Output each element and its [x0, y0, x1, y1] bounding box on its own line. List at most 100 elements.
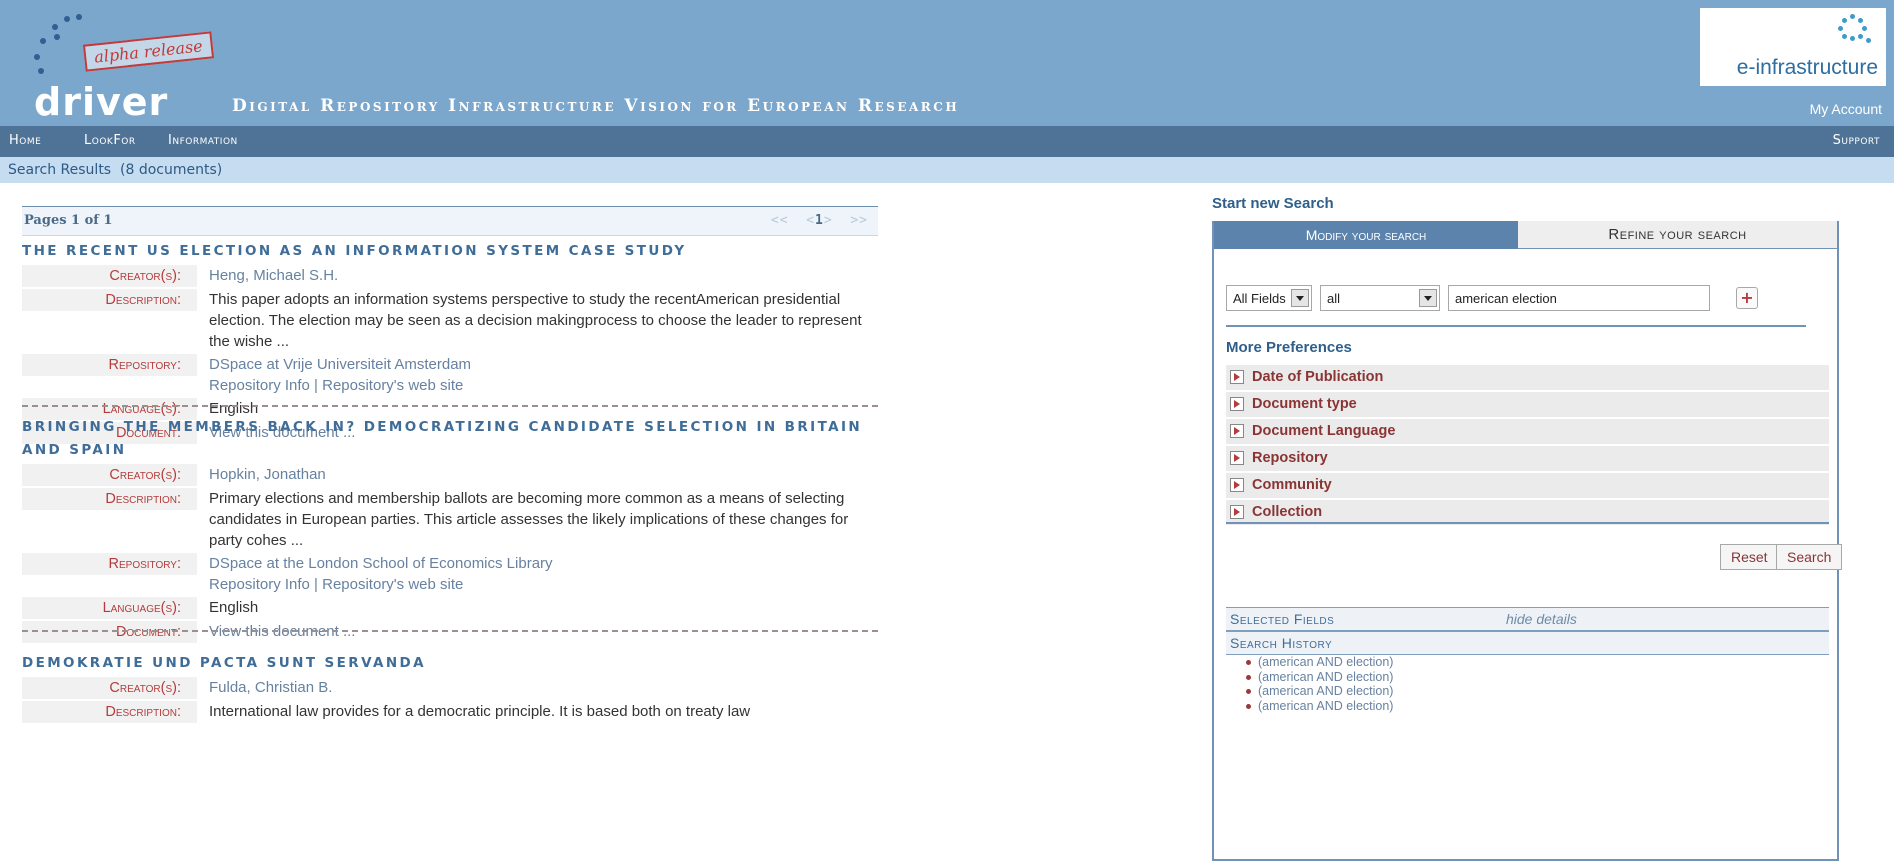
- pref-label: Document type: [1252, 396, 1357, 412]
- selected-fields-bar[interactable]: Selected Fields hide details: [1226, 607, 1829, 631]
- result-title[interactable]: Bringing the members back in? Democratiz…: [22, 416, 878, 462]
- my-account-link[interactable]: My Account: [1810, 101, 1882, 117]
- breadcrumb-bar: Search Results (8 documents): [0, 157, 1894, 183]
- creator-row: Creator(s): Hopkin, Jonathan: [22, 464, 878, 486]
- nav-information[interactable]: Information: [168, 133, 238, 148]
- expand-arrow-icon: [1230, 478, 1244, 492]
- pager-next[interactable]: >: [824, 213, 833, 228]
- search-button[interactable]: Search: [1776, 544, 1843, 570]
- description-row: Description: This paper adopts an inform…: [22, 289, 878, 352]
- tab-modify-search[interactable]: Modify your search: [1214, 221, 1518, 249]
- field-select[interactable]: All Fields: [1226, 285, 1312, 311]
- e-infrastructure-logo[interactable]: e-infrastructure: [1700, 8, 1886, 86]
- result-item: The recent US election as an information…: [22, 240, 878, 444]
- repository-name-link[interactable]: DSpace at Vrije Universiteit Amsterdam: [209, 354, 869, 375]
- creator-label: Creator(s):: [22, 677, 197, 699]
- expand-arrow-icon: [1230, 451, 1244, 465]
- creator-label: Creator(s):: [22, 265, 197, 287]
- start-new-search-link[interactable]: Start new Search: [1212, 195, 1334, 212]
- hide-details-link[interactable]: hide details: [1506, 611, 1577, 627]
- reset-button[interactable]: Reset: [1720, 544, 1779, 570]
- pref-document-type[interactable]: Document type: [1226, 392, 1829, 419]
- nav-lookfor[interactable]: LookFor: [84, 133, 136, 148]
- site-header: alpha release driver Digital Repository …: [0, 0, 1894, 126]
- breadcrumb: Search Results (8 documents): [8, 162, 223, 178]
- operator-select-value: all: [1327, 291, 1341, 306]
- description-label: Description:: [22, 289, 197, 311]
- description-value: This paper adopts an information systems…: [209, 291, 862, 350]
- pref-label: Date of Publication: [1252, 369, 1384, 385]
- pref-repository[interactable]: Repository: [1226, 446, 1829, 473]
- view-document-link[interactable]: View this document ...: [197, 621, 869, 643]
- pref-document-language[interactable]: Document Language: [1226, 419, 1829, 446]
- result-item: Demokratie und pacta sunt servanda Creat…: [22, 652, 878, 723]
- history-item[interactable]: (american AND election): [1242, 699, 1393, 714]
- nav-support[interactable]: Support: [1833, 133, 1880, 148]
- pager-prev[interactable]: <: [806, 213, 815, 228]
- language-row: Language(s): English: [22, 597, 878, 619]
- search-history-bar[interactable]: Search History: [1226, 631, 1829, 655]
- repository-label: Repository:: [22, 354, 197, 376]
- pref-label: Document Language: [1252, 423, 1396, 439]
- selected-fields-label: Selected Fields: [1230, 611, 1335, 627]
- pref-community[interactable]: Community: [1226, 473, 1829, 500]
- page-info: Pages 1 of 1: [24, 213, 113, 228]
- add-criterion-button[interactable]: +: [1736, 287, 1758, 309]
- result-title[interactable]: Demokratie und pacta sunt servanda: [22, 652, 878, 675]
- history-item[interactable]: (american AND election): [1242, 655, 1393, 670]
- expand-arrow-icon: [1230, 370, 1244, 384]
- pref-date-of-publication[interactable]: Date of Publication: [1226, 365, 1829, 392]
- main-nav: Home LookFor Information Support: [0, 126, 1894, 157]
- history-item[interactable]: (american AND election): [1242, 670, 1393, 685]
- description-value: International law provides for a democra…: [209, 703, 751, 720]
- repository-info-links[interactable]: Repository Info | Repository's web site: [209, 375, 869, 396]
- chevron-down-icon: [1291, 289, 1309, 307]
- repository-row: Repository: DSpace at the London School …: [22, 553, 878, 595]
- description-row: Description: Primary elections and membe…: [22, 488, 878, 551]
- document-label: Document:: [22, 621, 197, 643]
- chevron-down-icon: [1419, 289, 1437, 307]
- description-label: Description:: [22, 701, 197, 723]
- search-input[interactable]: [1448, 285, 1710, 311]
- e-infrastructure-icon: [1836, 14, 1872, 46]
- driver-logo[interactable]: alpha release driver: [24, 8, 214, 124]
- repository-row: Repository: DSpace at Vrije Universiteit…: [22, 354, 878, 396]
- repository-name-link[interactable]: DSpace at the London School of Economics…: [209, 553, 869, 574]
- expand-arrow-icon: [1230, 424, 1244, 438]
- creator-label: Creator(s):: [22, 464, 197, 486]
- creator-row: Creator(s): Fulda, Christian B.: [22, 677, 878, 699]
- pref-label: Repository: [1252, 450, 1328, 466]
- pager-last[interactable]: >>: [850, 213, 868, 228]
- nav-home[interactable]: Home: [9, 133, 41, 148]
- creator-value[interactable]: Fulda, Christian B.: [197, 677, 869, 699]
- creator-value[interactable]: Hopkin, Jonathan: [197, 464, 869, 486]
- pager-first[interactable]: <<: [771, 213, 789, 228]
- result-divider: [22, 630, 878, 632]
- description-label: Description:: [22, 488, 197, 510]
- history-item[interactable]: (american AND election): [1242, 684, 1393, 699]
- pager-nav: << <1> >>: [771, 213, 868, 228]
- result-title[interactable]: The recent US election as an information…: [22, 240, 878, 263]
- result-divider: [22, 405, 878, 407]
- pager-current: 1: [815, 213, 824, 228]
- repository-value: DSpace at the London School of Economics…: [197, 553, 869, 595]
- query-divider: [1226, 325, 1806, 327]
- operator-select[interactable]: all: [1320, 285, 1440, 311]
- repository-label: Repository:: [22, 553, 197, 575]
- prefs-divider: [1226, 522, 1829, 524]
- creator-value[interactable]: Heng, Michael S.H.: [197, 265, 869, 287]
- pref-label: Collection: [1252, 504, 1323, 520]
- search-tabs: Modify your search Refine your search: [1214, 221, 1837, 249]
- creator-row: Creator(s): Heng, Michael S.H.: [22, 265, 878, 287]
- expand-arrow-icon: [1230, 397, 1244, 411]
- pref-label: Community: [1252, 477, 1332, 493]
- field-select-value: All Fields: [1233, 291, 1286, 306]
- repository-info-links[interactable]: Repository Info | Repository's web site: [209, 574, 869, 595]
- search-history-label: Search History: [1230, 635, 1333, 651]
- description-row: Description: International law provides …: [22, 701, 878, 723]
- search-history-list: (american AND election) (american AND el…: [1242, 655, 1393, 713]
- tab-refine-search[interactable]: Refine your search: [1518, 221, 1837, 249]
- repository-value: DSpace at Vrije Universiteit Amsterdam R…: [197, 354, 869, 396]
- pager-bar: Pages 1 of 1 << <1> >>: [22, 206, 878, 236]
- language-label: Language(s):: [22, 597, 197, 619]
